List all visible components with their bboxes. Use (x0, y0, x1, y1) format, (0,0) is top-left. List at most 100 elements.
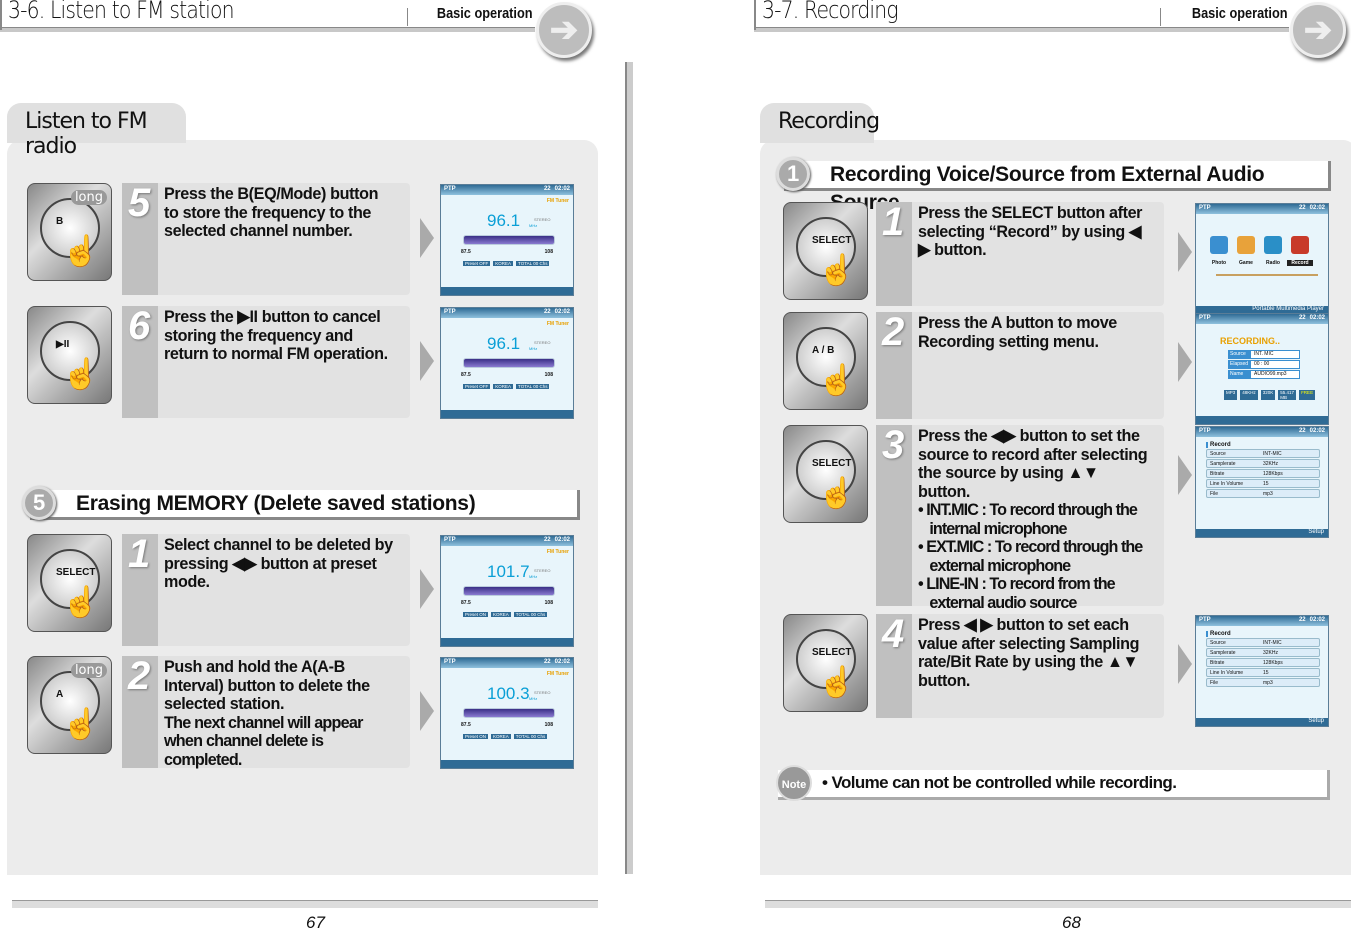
header-rule (754, 27, 1289, 32)
step-card: 5 Press the B(EQ/Mode) button to store th… (122, 181, 410, 295)
page-title: 3-7. Recording (762, 0, 899, 24)
rec-info-row: Elapsed 00 : 00 (1228, 360, 1300, 369)
freq-unit: MHz (529, 346, 538, 351)
instruction-note: The next channel will appear when channe… (164, 712, 363, 769)
setting-label: Source (1210, 640, 1226, 646)
preset-status: Preset OFF (463, 384, 491, 389)
setting-value: 128Kbps (1263, 471, 1283, 477)
button-label: A / B (812, 345, 835, 356)
next-arrow-icon: ➔ (536, 2, 592, 58)
note-content: Volume can not be controlled while recor… (831, 773, 1177, 792)
preset-status: Preset ON (463, 612, 489, 617)
page-number: 67 (306, 913, 325, 932)
pointing-hand-icon: ☝ (62, 586, 100, 619)
pointing-hand-icon: ☝ (62, 358, 100, 391)
header-separator (1160, 8, 1161, 26)
step-text: Press the ◀▶ button to set the source to… (918, 426, 1148, 612)
rec-chip: FREE (1299, 390, 1316, 400)
fm-frequency: 100.3 (487, 684, 530, 703)
settings-list: Record Source INT-MIC Samplerate 32KHz Bitrat… (1206, 631, 1320, 687)
device-button-illustration: SELECT ☝ (783, 202, 868, 300)
bullet-item: • EXT.MIC : To record through the extern… (918, 537, 1143, 575)
section-heading: 5 Erasing MEMORY (Delete saved stations) (22, 486, 580, 520)
screen-status: 22 02:02 (544, 537, 570, 543)
bullet-text: INT.MIC : To record through the internal… (926, 500, 1138, 538)
frequency-slider (463, 358, 555, 368)
instruction: Press the B(EQ/Mode) button to store the… (164, 184, 379, 240)
screen-bottom-bar (1196, 416, 1328, 424)
next-arrow-icon: ➔ (1290, 2, 1346, 58)
instruction: Press the ▶II button to cancel storing t… (164, 307, 388, 363)
menu-item-photo: Photo (1211, 260, 1227, 266)
screen-time: 02:02 (554, 309, 570, 315)
screen-status-bar: PTP 22 02:02 (441, 658, 573, 668)
instruction: Select channel to be deleted by pressing… (164, 535, 393, 591)
step-card: 3 Press the ◀▶ button to set the source t… (876, 423, 1164, 611)
total-channels: TOTAL 00 Chs (513, 734, 548, 739)
total-channels: TOTAL 00 Chs (516, 384, 550, 389)
freq-min: 87.5 (461, 600, 471, 606)
screen-time: 02:02 (1309, 315, 1325, 321)
page-title: 3-6. Listen to FM station (8, 0, 235, 24)
fm-mode-label: FM Tuner (546, 549, 569, 555)
stereo-indicator: STEREO (534, 217, 551, 222)
freq-unit: MHz (529, 223, 538, 228)
setting-label: Source (1210, 451, 1226, 457)
setting-label: Samplerate (1210, 461, 1236, 467)
note-box: Note • Volume can not be controlled while… (776, 765, 1330, 801)
battery-level: 22 (543, 537, 551, 543)
pointing-hand-icon: ☝ (818, 477, 856, 510)
bullet-item: • LINE-IN : To record from the external … (918, 574, 1116, 612)
freq-min: 87.5 (461, 249, 471, 255)
arrow-right-icon (1178, 342, 1192, 382)
screen-status: 22 02:02 (1299, 428, 1325, 434)
settings-footer: Setup (1196, 529, 1328, 537)
button-label: SELECT (812, 647, 852, 658)
settings-list: Record Source INT-MIC Samplerate 32KHz Bitrat… (1206, 442, 1320, 498)
device-button-illustration: Along ☝ (27, 656, 112, 754)
screen-time: 02:02 (554, 537, 570, 543)
pointing-hand-icon: ☝ (818, 364, 856, 397)
setting-value: 32KHz (1263, 650, 1279, 656)
menu-icon-radio (1264, 236, 1282, 254)
total-channels: TOTAL 00 Chs (513, 612, 548, 617)
frequency-slider (463, 586, 555, 596)
step-number: 1 (882, 200, 905, 244)
long-press-badge: long (70, 663, 107, 678)
battery-level: 22 (543, 659, 551, 665)
battery-level: 22 (543, 309, 551, 315)
button-label: B (56, 216, 64, 227)
setting-label: File (1210, 491, 1219, 497)
section-title: Erasing MEMORY (Delete saved stations) (76, 492, 476, 515)
settings-row: Line In Volume 15 (1206, 668, 1320, 677)
screen-status: 22 02:02 (544, 186, 570, 192)
screen-brand: PTP (1199, 617, 1211, 623)
setting-value: mp3 (1263, 491, 1273, 497)
arrow-right-icon (1178, 455, 1192, 495)
screen-brand: PTP (444, 659, 456, 665)
pointing-hand-icon: ☝ (62, 235, 100, 268)
battery-level: 22 (1298, 617, 1306, 623)
stereo-indicator: STEREO (534, 690, 551, 695)
screen-brand: PTP (444, 186, 456, 192)
rec-info-row: Source INT. MIC (1228, 350, 1300, 359)
frequency-range: 87.5 108 (461, 249, 553, 255)
step-number: 2 (128, 654, 151, 698)
screen-status: 22 02:02 (544, 309, 570, 315)
screen-status: 22 02:02 (544, 659, 570, 665)
fm-info-chips: Preset ON KOREA TOTAL 00 Chs (463, 612, 555, 617)
button-label: A (56, 689, 64, 700)
fm-frequency: 101.7 (487, 562, 530, 581)
frequency-range: 87.5 108 (461, 600, 553, 606)
screen-bottom-bar (441, 760, 573, 768)
step-number: 2 (882, 310, 905, 354)
frequency-slider (463, 235, 555, 245)
bullet-item: • INT.MIC : To record through the intern… (918, 500, 1138, 538)
settings-row: Source INT-MIC (1206, 449, 1320, 458)
device-screen: PTP 22 02:02 Record Source INT-MIC Samplerate 3… (1195, 615, 1329, 727)
region: KOREA (493, 261, 514, 266)
tab-heading: Listen to FM radio (7, 103, 186, 159)
setting-value: INT-MIC (1263, 451, 1282, 457)
screen-time: 02:02 (1309, 428, 1325, 434)
device-button-illustration: SELECT ☝ (783, 614, 868, 712)
